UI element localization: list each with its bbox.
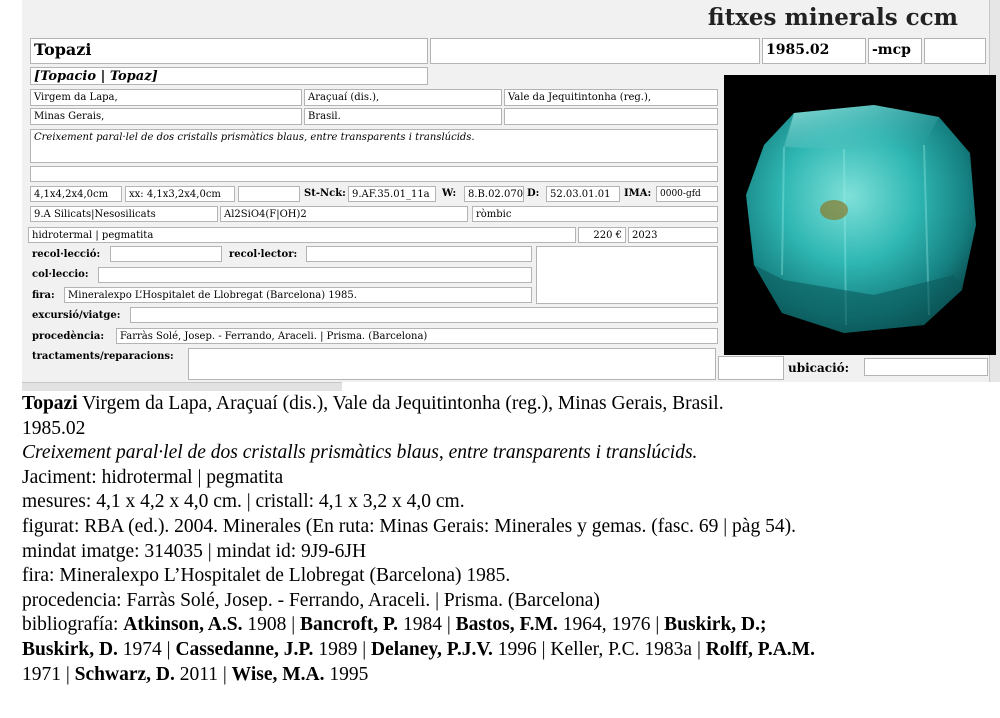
bib-author: Wise, M.A. — [231, 663, 325, 685]
region-field[interactable]: Vale da Jequitintonha (reg.), — [504, 89, 718, 106]
recollector-label: recol·lector: — [229, 249, 298, 260]
bib-author: Bastos, F.M. — [455, 614, 558, 636]
notes-field[interactable] — [30, 166, 718, 182]
blank-field[interactable] — [924, 38, 986, 64]
country-field[interactable]: Brasil. — [304, 108, 502, 125]
bib-year: 1971 | — [22, 663, 75, 685]
procedencia-field[interactable]: Farràs Solé, Josep. - Ferrando, Araceli.… — [116, 328, 718, 344]
caption-fira: fira: Mineralexpo L’Hospitalet de Llobre… — [22, 565, 511, 587]
recoleccio-label: recol·lecció: — [32, 249, 101, 260]
tractaments-label: tractaments/reparacions: — [32, 351, 174, 362]
caption-procedencia: procedencia: Farràs Solé, Josep. - Ferra… — [22, 589, 600, 611]
fira-label: fira: — [32, 290, 55, 301]
side-notes-field[interactable] — [536, 246, 718, 304]
bib-year: 1974 | — [117, 638, 176, 660]
extra-name-field[interactable] — [430, 38, 760, 64]
ima-field[interactable]: 0000-gfd — [656, 186, 718, 202]
state-field[interactable]: Minas Gerais, — [30, 108, 302, 125]
tractaments-field[interactable] — [188, 348, 716, 380]
caption-description: Creixement paral·lel de dos cristalls pr… — [22, 442, 698, 464]
bib-year: 1996 | Keller, P.C. 1983a | — [492, 638, 706, 660]
app-title: fitxes minerals ccm — [707, 4, 958, 31]
location-code-field[interactable] — [718, 356, 784, 380]
caption-locality: Virgem da Lapa, Araçuaí (dis.), Vale da … — [77, 393, 724, 414]
bib-year: 1964, 1976 | — [557, 614, 665, 636]
caption-mesures: mesures: 4,1 x 4,2 x 4,0 cm. | cristall:… — [22, 491, 465, 513]
caption-line-1: Topazi Virgem da Lapa, Araçuaí (dis.), V… — [22, 392, 992, 417]
fira-field[interactable]: Mineralexpo L’Hospitalet de Llobregat (B… — [64, 287, 532, 303]
recoleccio-field[interactable] — [110, 246, 222, 262]
year-field[interactable]: 2023 — [628, 227, 718, 243]
locality-field[interactable]: Virgem da Lapa, — [30, 89, 302, 106]
system-field[interactable]: ròmbic — [472, 206, 718, 222]
ima-label: IMA: — [624, 188, 652, 199]
bib-author: Cassedanne, J.P. — [175, 638, 314, 660]
caption-bibliography-3: 1971 | Schwarz, D. 2011 | Wise, M.A. 199… — [22, 663, 992, 688]
bib-year: 1989 | — [313, 638, 371, 660]
bib-year: 2011 | — [174, 663, 232, 685]
ubicacio-field[interactable] — [864, 358, 988, 376]
excursio-label: excursió/viatge: — [32, 310, 121, 321]
genesis-field[interactable]: hidrotermal | pegmatita — [28, 227, 576, 243]
blank-measure-field[interactable] — [238, 186, 300, 202]
d-label: D: — [527, 188, 540, 199]
bib-author: Buskirk, D.; — [664, 614, 767, 636]
caption-figurat: figurat: RBA (ed.). 2004. Minerales (En … — [22, 515, 796, 537]
strunz-field[interactable]: 9.AF.35.01_11a — [348, 186, 436, 202]
synonyms-field[interactable]: [Topacio | Topaz] — [30, 67, 428, 85]
excursio-field[interactable] — [130, 307, 718, 323]
caption-name: Topazi — [22, 393, 78, 414]
extra-locality-field[interactable] — [504, 108, 718, 125]
caption-jaciment: Jaciment: hidrotermal | pegmatita — [22, 466, 284, 488]
record-caption: Topazi Virgem da Lapa, Araçuaí (dis.), V… — [22, 392, 992, 687]
w-label: W: — [442, 188, 457, 199]
w-field[interactable]: 8.B.02.070 — [464, 186, 524, 202]
bib-year: 1908 | — [242, 614, 301, 636]
bib-year: 1984 | — [398, 614, 456, 636]
suffix-field[interactable]: -mcp — [868, 38, 922, 64]
code-field[interactable]: 1985.02 — [762, 38, 866, 64]
bib-author: Schwarz, D. — [74, 663, 175, 685]
colleccio-label: col·leccio: — [32, 269, 89, 280]
bib-author: Atkinson, A.S. — [123, 614, 243, 636]
specimen-photo — [724, 75, 996, 355]
caption-code: 1985.02 — [22, 417, 86, 439]
colleccio-field[interactable] — [98, 267, 532, 283]
class-field[interactable]: 9.A Silicats|Nesosilicats — [30, 206, 218, 222]
mineral-name-field[interactable]: Topazi — [30, 38, 428, 64]
caption-bibliography-1: bibliografía: Atkinson, A.S. 1908 | Banc… — [22, 613, 992, 638]
procedencia-label: procedència: — [32, 331, 105, 342]
bib-author: Delaney, P.J.V. — [370, 638, 493, 660]
crystal-measures-field[interactable]: xx: 4,1x3,2x4,0cm — [125, 186, 235, 202]
d-field[interactable]: 52.03.01.01 — [546, 186, 620, 202]
bib-author: Buskirk, D. — [22, 638, 118, 660]
status-bar — [22, 382, 342, 391]
bib-label: bibliografía: — [22, 614, 124, 636]
district-field[interactable]: Araçuaí (dis.), — [304, 89, 502, 106]
bib-author: Bancroft, P. — [300, 614, 399, 636]
bib-year: 1995 — [324, 663, 369, 685]
bib-author: Rolff, P.A.M. — [705, 638, 815, 660]
ubicacio-label: ubicació: — [788, 361, 850, 375]
measures-field[interactable]: 4,1x4,2x4,0cm — [30, 186, 122, 202]
caption-mindat: mindat imatge: 314035 | mindat id: 9J9-6… — [22, 540, 367, 562]
caption-bibliography-2: Buskirk, D. 1974 | Cassedanne, J.P. 1989… — [22, 638, 992, 663]
formula-field[interactable]: Al2SiO4(F|OH)2 — [220, 206, 468, 222]
strunz-label: St-Nck: — [304, 188, 346, 199]
recollector-field[interactable] — [306, 246, 532, 262]
price-field[interactable]: 220 € — [578, 227, 626, 243]
description-field[interactable]: Creixement paral·lel de dos cristalls pr… — [30, 129, 718, 163]
topaz-crystal-image — [724, 75, 996, 355]
